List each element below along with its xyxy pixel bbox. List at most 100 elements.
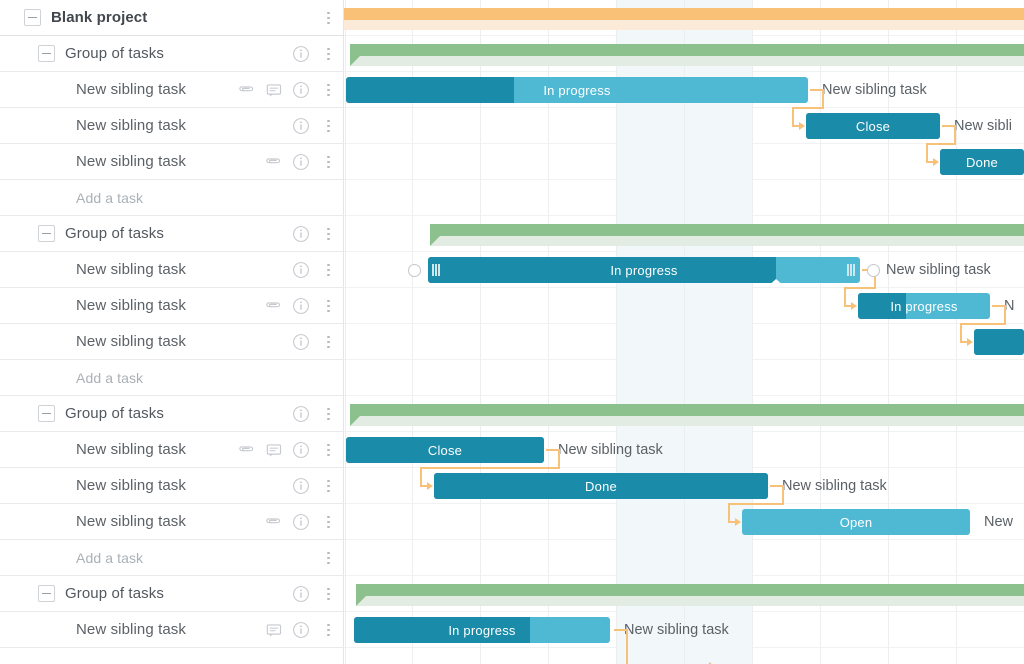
row-icons xyxy=(292,477,316,495)
task-bar-progress[interactable] xyxy=(974,329,1024,355)
row-menu-icon[interactable] xyxy=(318,621,338,639)
task-row[interactable]: New sibling task xyxy=(0,72,344,108)
link-connector-end[interactable] xyxy=(867,264,880,277)
row-label: Group of tasks xyxy=(65,225,164,242)
task-bar[interactable]: Done xyxy=(940,149,1024,175)
group-row[interactable]: Group of tasks xyxy=(0,36,344,72)
timeline-panel[interactable]: In progress New sibling task Close New sibl… xyxy=(344,0,1024,664)
row-menu-icon[interactable] xyxy=(318,441,338,459)
row-menu-icon[interactable] xyxy=(318,45,338,63)
attachment-icon[interactable] xyxy=(265,153,283,171)
info-icon[interactable] xyxy=(292,585,310,603)
attachment-icon[interactable] xyxy=(265,297,283,315)
row-menu-icon[interactable] xyxy=(318,117,338,135)
group-summary-bar[interactable] xyxy=(350,44,1024,56)
group-row[interactable]: Group of tasks xyxy=(0,576,344,612)
task-row[interactable]: New sibling task xyxy=(0,252,344,288)
row-indent xyxy=(0,269,76,270)
task-bar[interactable]: In progress xyxy=(354,617,610,643)
comment-icon[interactable] xyxy=(265,621,283,639)
info-icon[interactable] xyxy=(292,621,310,639)
summary-shadow xyxy=(356,596,1024,606)
group-row[interactable]: Group of tasks xyxy=(0,396,344,432)
row-menu-icon[interactable] xyxy=(318,333,338,351)
collapse-toggle-icon[interactable] xyxy=(24,9,41,26)
task-row[interactable]: New sibling task xyxy=(0,504,344,540)
attachment-icon[interactable] xyxy=(238,81,256,99)
task-row[interactable]: New sibling task xyxy=(0,288,344,324)
collapse-toggle-icon[interactable] xyxy=(38,405,55,422)
task-bar[interactable]: Done xyxy=(434,473,768,499)
task-row[interactable]: New sibling task xyxy=(0,468,344,504)
row-menu-icon xyxy=(318,189,338,207)
row-label: New sibling task xyxy=(76,477,186,494)
task-bar[interactable] xyxy=(974,329,1024,355)
comment-icon[interactable] xyxy=(265,441,283,459)
group-summary-bar[interactable] xyxy=(350,404,1024,416)
task-row[interactable]: New sibling task xyxy=(0,144,344,180)
info-icon[interactable] xyxy=(292,441,310,459)
info-icon[interactable] xyxy=(292,225,310,243)
collapse-toggle-icon[interactable] xyxy=(38,45,55,62)
group-summary-bar[interactable] xyxy=(430,224,1024,236)
task-bar[interactable]: In progress xyxy=(428,257,860,283)
info-icon[interactable] xyxy=(292,81,310,99)
project-summary-bar[interactable] xyxy=(344,8,1024,20)
task-bar-side-label: New xyxy=(984,514,1014,530)
info-icon[interactable] xyxy=(292,477,310,495)
row-indent xyxy=(0,377,76,378)
row-menu-icon[interactable] xyxy=(318,153,338,171)
group-row[interactable]: Group of tasks xyxy=(0,216,344,252)
group-summary-bar[interactable] xyxy=(356,584,1024,596)
task-bar[interactable]: Open xyxy=(742,509,970,535)
info-icon[interactable] xyxy=(292,117,310,135)
collapse-toggle-icon[interactable] xyxy=(38,585,55,602)
info-icon[interactable] xyxy=(292,153,310,171)
task-bar[interactable]: In progress xyxy=(346,77,808,103)
row-indent xyxy=(0,161,76,162)
info-icon[interactable] xyxy=(292,45,310,63)
info-icon[interactable] xyxy=(292,513,310,531)
info-icon[interactable] xyxy=(292,333,310,351)
attachment-icon[interactable] xyxy=(265,513,283,531)
progress-drag-marker[interactable] xyxy=(767,279,785,287)
info-icon[interactable] xyxy=(292,261,310,279)
task-row[interactable]: New sibling task xyxy=(0,612,344,648)
info-icon[interactable] xyxy=(292,297,310,315)
task-bar-label: Close xyxy=(427,442,463,458)
row-menu-icon[interactable] xyxy=(318,225,338,243)
row-menu-icon[interactable] xyxy=(318,261,338,279)
resize-handle-right[interactable] xyxy=(847,264,856,276)
info-icon[interactable] xyxy=(292,405,310,423)
row-menu-icon[interactable] xyxy=(318,9,338,27)
comment-icon[interactable] xyxy=(265,81,283,99)
gantt-app: Blank project Group of tasks New sibling t… xyxy=(0,0,1024,664)
task-bar[interactable]: Close xyxy=(346,437,544,463)
row-menu-icon[interactable] xyxy=(318,405,338,423)
row-menu-icon[interactable] xyxy=(318,585,338,603)
collapse-toggle-icon[interactable] xyxy=(38,225,55,242)
row-menu-icon[interactable] xyxy=(318,549,338,567)
add-a-task-row[interactable]: Add a task xyxy=(0,360,344,396)
resize-handle-left[interactable] xyxy=(432,264,441,276)
link-connector-start[interactable] xyxy=(408,264,421,277)
add-a-task-row[interactable]: Add a task xyxy=(0,540,344,576)
task-list-panel: Blank project Group of tasks New sibling t… xyxy=(0,0,344,664)
add-a-task-label: Add a task xyxy=(76,549,144,566)
task-row[interactable]: New sibling task xyxy=(0,324,344,360)
row-menu-icon[interactable] xyxy=(318,81,338,99)
add-a-task-row[interactable]: Add a task xyxy=(0,180,344,216)
link-segment xyxy=(728,503,730,521)
task-row[interactable]: New sibling task xyxy=(0,108,344,144)
row-menu-icon[interactable] xyxy=(318,513,338,531)
task-bar-side-label: New sibling task xyxy=(624,622,729,638)
task-bar[interactable]: Close xyxy=(806,113,940,139)
project-row[interactable]: Blank project xyxy=(0,0,344,36)
task-row[interactable]: New sibling task xyxy=(0,432,344,468)
row-menu-icon[interactable] xyxy=(318,477,338,495)
row-icons xyxy=(265,513,316,531)
row-menu-icon[interactable] xyxy=(318,297,338,315)
link-arrowhead xyxy=(851,302,857,310)
task-bar[interactable]: In progress xyxy=(858,293,990,319)
attachment-icon[interactable] xyxy=(238,441,256,459)
